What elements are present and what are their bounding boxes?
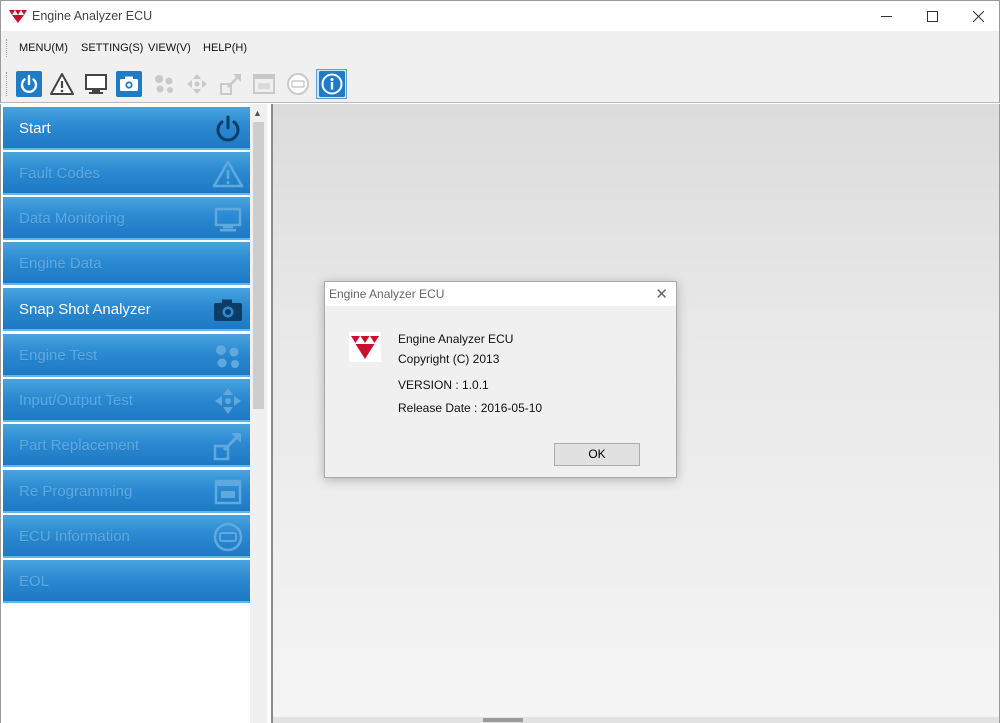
sidebar-item-fault-codes[interactable]: Fault Codes — [3, 152, 250, 195]
scroll-up-icon[interactable]: ▲ — [253, 108, 262, 118]
toolbar-data-monitoring-button[interactable] — [80, 69, 111, 99]
main-horizontal-scrollbar-thumb[interactable] — [483, 718, 523, 722]
maximize-icon — [926, 10, 938, 22]
menu-help[interactable]: HELP(H) — [203, 42, 247, 54]
dialog-close-icon[interactable]: ✕ — [655, 285, 668, 303]
power-icon — [15, 71, 42, 97]
massey-triangles-icon — [349, 332, 381, 362]
engine-test-icon — [154, 75, 173, 93]
about-dialog: Engine Analyzer ECU ✕ Engine Analyzer EC… — [324, 281, 677, 478]
reprogram-icon — [252, 74, 275, 94]
menu-view[interactable]: VIEW(V) — [148, 42, 191, 54]
camera-icon — [115, 71, 142, 97]
sidebar-item-io-test[interactable]: Input/Output Test — [3, 379, 250, 422]
engine-test-icon — [212, 340, 244, 372]
toolbar-engine-test-button[interactable] — [148, 69, 179, 99]
info-icon — [318, 71, 345, 97]
sidebar: Start Fault Codes Data Monitoring Engine… — [0, 104, 270, 723]
ok-button[interactable]: OK — [554, 443, 640, 466]
sidebar-item-label: Snap Shot Analyzer — [19, 301, 151, 318]
sidebar-item-label: Data Monitoring — [19, 210, 125, 227]
sidebar-item-reprogramming[interactable]: Re Programming — [3, 470, 250, 513]
toolbar-about-button[interactable] — [316, 69, 347, 99]
main-horizontal-scrollbar[interactable] — [273, 717, 999, 723]
toolbar-snapshot-button[interactable] — [113, 69, 144, 99]
dialog-titlebar[interactable]: Engine Analyzer ECU ✕ — [325, 282, 676, 306]
window-titlebar[interactable]: Engine Analyzer ECU — [0, 0, 1000, 31]
monitor-icon — [212, 203, 244, 235]
sidebar-item-start[interactable]: Start — [3, 107, 250, 150]
menu-bar: MENU(M) SETTING(S) VIEW(V) HELP(H) — [0, 31, 1000, 65]
sidebar-scrollbar-thumb[interactable] — [253, 122, 264, 409]
sidebar-item-label: Part Replacement — [19, 437, 140, 454]
close-icon — [972, 10, 984, 22]
dialog-version: VERSION : 1.0.1 — [398, 378, 489, 392]
toolbar-ecu-information-button[interactable] — [282, 69, 313, 99]
dialog-release-date: Release Date : 2016-05-10 — [398, 401, 543, 415]
warning-icon — [212, 158, 244, 190]
dialog-product-name: Engine Analyzer ECU — [398, 332, 514, 346]
toolbar-part-replacement-button[interactable] — [215, 69, 246, 99]
toolbar — [0, 65, 1000, 103]
sidebar-item-engine-data[interactable]: Engine Data — [3, 242, 250, 285]
warning-icon — [49, 73, 74, 95]
toolbar-reprogramming-button[interactable] — [248, 69, 279, 99]
sidebar-item-part-replacement[interactable]: Part Replacement — [3, 424, 250, 467]
sidebar-scrollbar[interactable]: ▲ — [250, 104, 267, 723]
sidebar-item-label: Engine Data — [19, 255, 102, 272]
menubar-grip[interactable] — [6, 39, 8, 57]
reprogram-icon — [212, 476, 244, 508]
menu-setting[interactable]: SETTING(S) — [81, 42, 143, 54]
sidebar-item-engine-test[interactable]: Engine Test — [3, 334, 250, 377]
massey-triangles-icon — [9, 10, 27, 23]
camera-icon — [212, 294, 244, 326]
menu-menu[interactable]: MENU(M) — [19, 42, 68, 54]
sidebar-item-label: Start — [19, 120, 51, 137]
ecu-info-icon — [286, 73, 309, 95]
toolbar-start-button[interactable] — [13, 69, 44, 99]
sidebar-item-ecu-information[interactable]: ECU Information — [3, 515, 250, 558]
monitor-icon — [84, 74, 107, 94]
close-button[interactable] — [955, 1, 1000, 31]
sidebar-item-label: Input/Output Test — [19, 392, 133, 409]
dialog-copyright: Copyright (C) 2013 — [398, 352, 500, 366]
sidebar-item-data-monitoring[interactable]: Data Monitoring — [3, 197, 250, 240]
toolbar-fault-codes-button[interactable] — [46, 69, 77, 99]
io-arrows-icon — [212, 385, 244, 417]
minimize-icon — [880, 15, 892, 17]
part-replace-icon — [212, 430, 244, 462]
toolbar-grip[interactable] — [6, 72, 8, 96]
sidebar-item-label: Engine Test — [19, 347, 98, 364]
toolbar-io-test-button[interactable] — [181, 69, 212, 99]
sidebar-item-snapshot-analyzer[interactable]: Snap Shot Analyzer — [3, 288, 250, 331]
dialog-title: Engine Analyzer ECU — [329, 287, 445, 301]
part-replace-icon — [219, 74, 241, 95]
sidebar-item-label: Re Programming — [19, 483, 133, 500]
minimize-button[interactable] — [863, 1, 909, 31]
power-icon — [212, 113, 244, 145]
sidebar-item-label: ECU Information — [19, 528, 130, 545]
sidebar-item-label: EOL — [19, 573, 50, 590]
sidebar-item-eol[interactable]: EOL — [3, 560, 250, 603]
window-title: Engine Analyzer ECU — [32, 9, 153, 23]
ecu-info-icon — [212, 521, 244, 553]
io-arrows-icon — [186, 74, 207, 94]
maximize-button[interactable] — [909, 1, 955, 31]
sidebar-item-label: Fault Codes — [19, 165, 100, 182]
